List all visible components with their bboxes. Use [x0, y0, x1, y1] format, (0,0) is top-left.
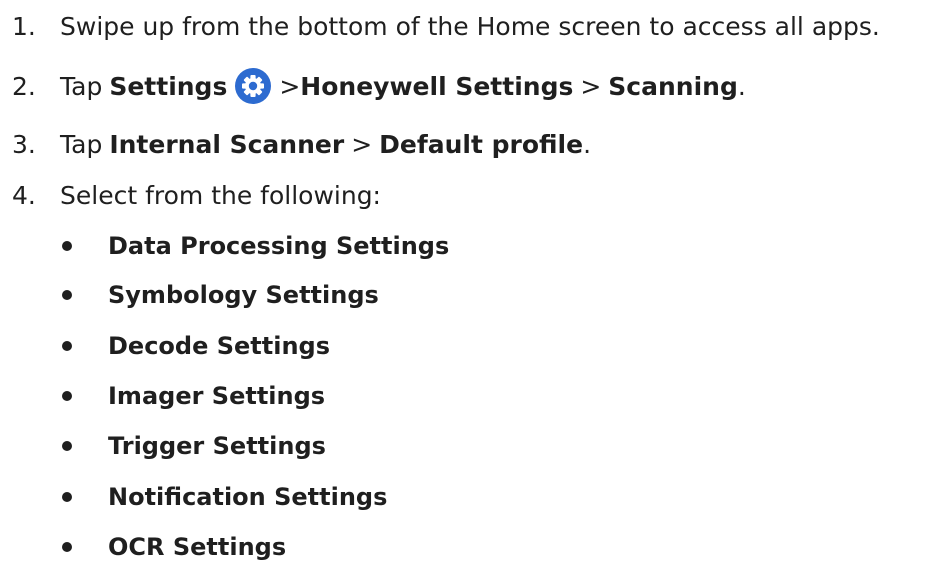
honeywell-settings-label: Honeywell Settings	[300, 71, 574, 101]
step-text: Tap Settings > Honeywell Settings > Scan…	[60, 68, 746, 104]
step-text: Tap Internal Scanner > Default profile .	[60, 130, 591, 159]
separator: >	[279, 71, 301, 101]
default-profile-label: Default profile	[379, 129, 584, 159]
option-label: Trigger Settings	[108, 432, 326, 460]
step-1-text: Swipe up from the bottom of the Home scr…	[60, 11, 880, 41]
step-number: 2.	[12, 71, 36, 101]
step-4-text: Select from the following:	[60, 180, 381, 210]
option-label: OCR Settings	[108, 533, 287, 561]
step-text: Swipe up from the bottom of the Home scr…	[60, 12, 880, 41]
bullet-icon	[62, 341, 72, 351]
option-label: Data Processing Settings	[108, 232, 450, 260]
step-text: Select from the following:	[60, 181, 381, 210]
tap-word: Tap	[60, 71, 103, 101]
separator: >	[580, 71, 602, 101]
scanning-label: Scanning	[608, 71, 738, 101]
step-number: 4.	[12, 180, 36, 210]
option-label: Symbology Settings	[108, 281, 379, 309]
bullet-icon	[62, 290, 72, 300]
step-number: 1.	[12, 11, 36, 41]
tap-word: Tap	[60, 129, 103, 159]
bullet-icon	[62, 492, 72, 502]
period: .	[583, 129, 592, 159]
bullet-icon	[62, 441, 72, 451]
bullet-icon	[62, 241, 72, 251]
option-label: Imager Settings	[108, 382, 326, 410]
settings-label: Settings	[109, 71, 228, 101]
separator: >	[351, 129, 373, 159]
gear-icon	[235, 68, 272, 104]
bullet-icon	[62, 542, 72, 552]
bullet-icon	[62, 391, 72, 401]
period: .	[737, 71, 746, 101]
option-label: Decode Settings	[108, 332, 331, 360]
internal-scanner-label: Internal Scanner	[109, 129, 345, 159]
step-number: 3.	[12, 129, 36, 159]
option-label: Notification Settings	[108, 483, 388, 511]
